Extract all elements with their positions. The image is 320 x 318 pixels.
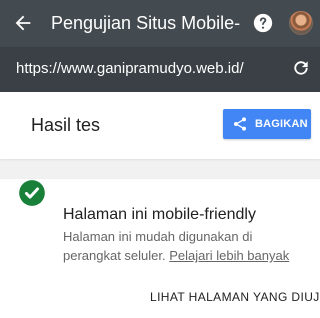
mobile-friendly-title: Halaman ini mobile-friendly xyxy=(63,206,256,223)
arrow-left-icon[interactable] xyxy=(12,12,34,34)
view-tested-page-button[interactable]: LIHAT HALAMAN YANG DIUJI xyxy=(150,291,320,303)
tested-url[interactable]: https://www.ganipramudyo.web.id/ xyxy=(16,60,276,78)
share-button-label: BAGIKAN xyxy=(255,118,308,130)
results-title: Hasil tes xyxy=(31,115,101,135)
avatar[interactable] xyxy=(289,11,313,35)
help-icon[interactable] xyxy=(252,12,274,34)
learn-more-link[interactable]: Pelajari lebih banyak xyxy=(169,248,289,263)
check-circle-icon xyxy=(19,180,45,206)
page-title: Pengujian Situs Mobile- xyxy=(51,13,241,33)
share-button[interactable]: BAGIKAN xyxy=(223,109,311,139)
url-bar: https://www.ganipramudyo.web.id/ xyxy=(0,47,320,92)
mobile-friendly-description: Halaman ini mudah digunakan di perangkat… xyxy=(63,227,298,265)
refresh-icon[interactable] xyxy=(291,58,311,78)
top-app-bar: Pengujian Situs Mobile- xyxy=(0,0,320,47)
share-icon xyxy=(234,117,246,131)
